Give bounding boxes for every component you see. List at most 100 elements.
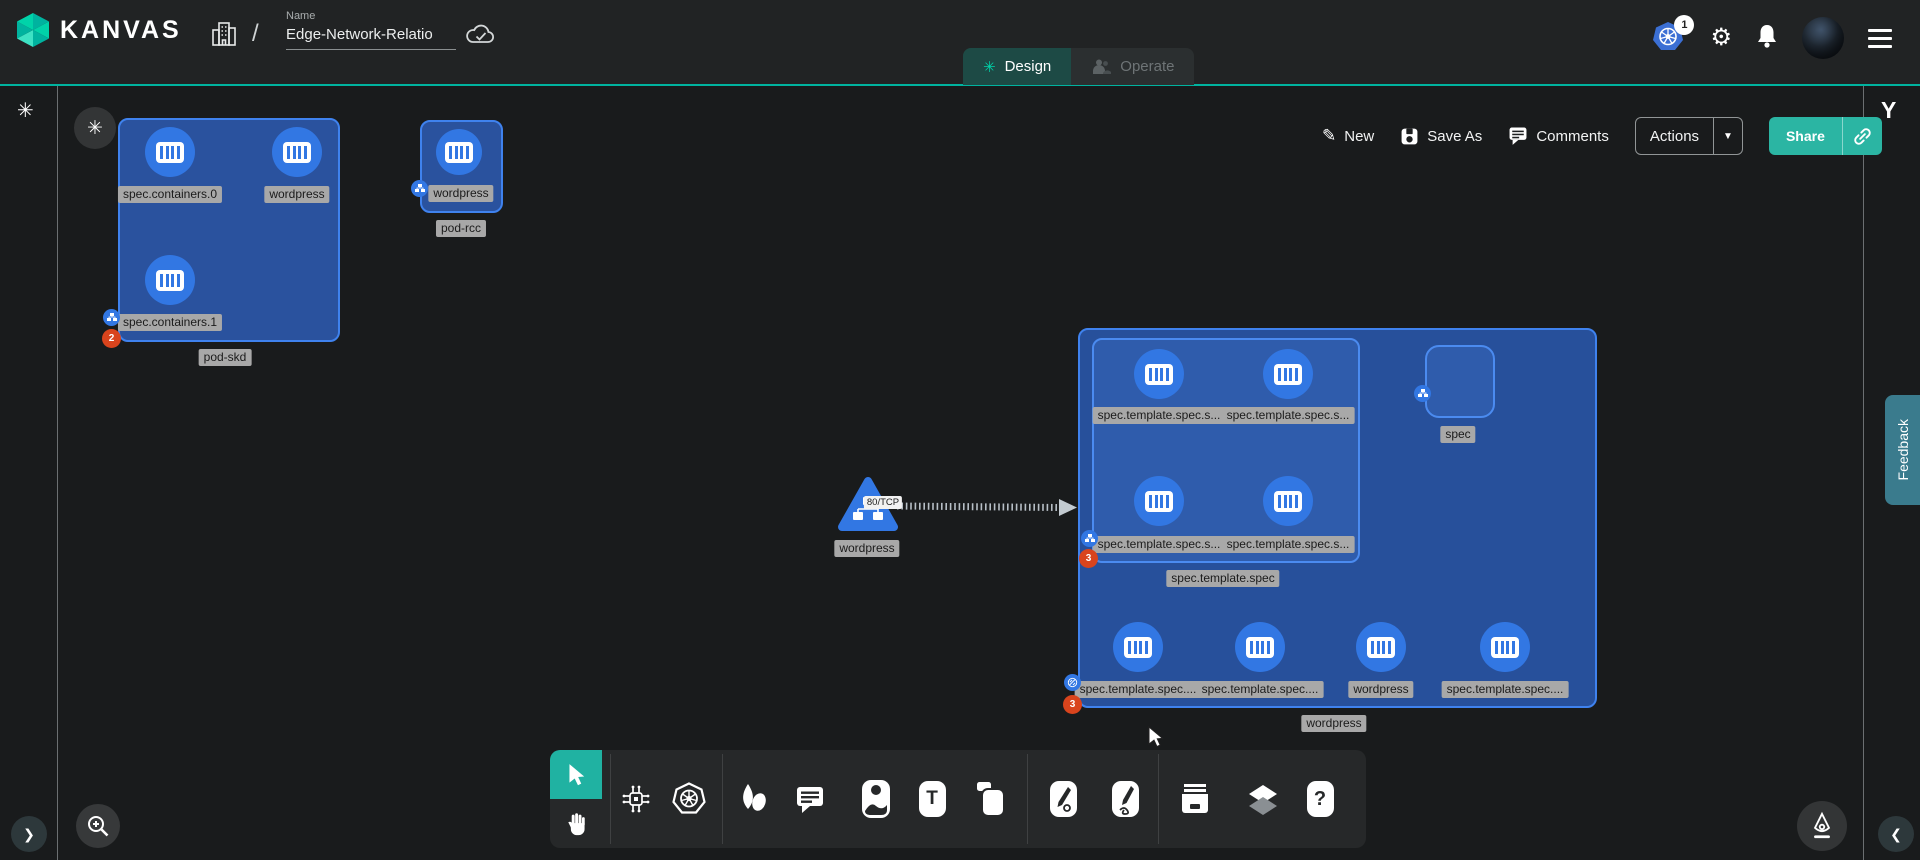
container-node-bottom-3[interactable]	[1480, 622, 1530, 672]
container-icon	[156, 142, 184, 163]
deployment-badge-icon[interactable]	[1064, 674, 1081, 691]
pencil-icon: ✎	[1322, 126, 1336, 146]
share-label: Share	[1769, 117, 1842, 155]
service-node-label: wordpress	[834, 540, 899, 557]
container-icon	[445, 142, 473, 163]
layers-icon	[1247, 782, 1279, 816]
tab-operate-label: Operate	[1120, 58, 1174, 75]
expand-left-panel-button[interactable]: ❯	[11, 816, 47, 852]
pod-badge-icon[interactable]	[1081, 530, 1098, 547]
actions-label: Actions	[1636, 118, 1713, 154]
tool-kubernetes[interactable]	[667, 750, 711, 848]
container-node-template-1[interactable]	[1263, 349, 1313, 399]
hand-icon	[564, 811, 588, 837]
tool-integrations[interactable]	[614, 750, 658, 848]
save-as-button[interactable]: Save As	[1400, 127, 1482, 146]
comments-label: Comments	[1536, 128, 1609, 145]
tool-comment[interactable]	[788, 750, 832, 848]
container-node-bottom-2[interactable]	[1356, 622, 1406, 672]
dock-divider	[1027, 754, 1028, 844]
container-icon	[1367, 637, 1395, 658]
settings-gear-icon[interactable]: ⚙	[1710, 26, 1732, 50]
tool-freehand-pencil[interactable]	[1103, 750, 1147, 848]
floppy-icon	[1400, 127, 1419, 146]
container-icon	[1274, 491, 1302, 512]
container-icon	[1491, 637, 1519, 658]
pod-badge-icon[interactable]	[1414, 385, 1431, 402]
kanvas-logo-icon	[14, 12, 52, 48]
new-button[interactable]: ✎ New	[1322, 126, 1374, 146]
copy-link-icon[interactable]	[1842, 117, 1882, 155]
breadcrumb-slash: /	[252, 20, 259, 48]
dock-divider	[722, 754, 723, 844]
subgroup-spec-template-spec[interactable]	[1092, 338, 1360, 563]
tab-design[interactable]: ✳ Design	[963, 48, 1071, 85]
tool-layers[interactable]	[1241, 750, 1285, 848]
text-tool-icon: T	[919, 781, 946, 817]
container-node-spec-containers-1[interactable]	[145, 255, 195, 305]
container-node-template-3[interactable]	[1263, 476, 1313, 526]
pod-badge-icon[interactable]	[411, 180, 428, 197]
service-edge[interactable]	[893, 489, 1085, 525]
kubernetes-context-button[interactable]: 1	[1652, 21, 1686, 55]
actions-dropdown-button[interactable]: Actions ▼	[1635, 117, 1743, 155]
expand-right-panel-button[interactable]: ❮	[1878, 816, 1914, 852]
notifications-bell-icon[interactable]	[1756, 23, 1778, 54]
container-node-wordpress-2[interactable]	[436, 129, 482, 175]
spec-node-label: spec	[1440, 426, 1475, 443]
tab-operate[interactable]: Operate	[1071, 48, 1194, 85]
node-label: spec.template.spec....	[1075, 681, 1202, 698]
meshery-spinner-icon[interactable]: ✳	[17, 98, 34, 123]
brand[interactable]: KANVAS	[14, 12, 182, 48]
menu-hamburger-icon[interactable]	[1868, 29, 1892, 48]
caret-down-icon[interactable]: ▼	[1713, 118, 1742, 154]
container-node-bottom-0[interactable]	[1113, 622, 1163, 672]
comments-button[interactable]: Comments	[1508, 126, 1609, 146]
issue-count-badge[interactable]: 2	[102, 329, 121, 348]
issue-count-badge[interactable]: 3	[1079, 549, 1098, 568]
workspace-icon[interactable]	[210, 20, 238, 48]
tool-component-drawer[interactable]	[1173, 750, 1217, 848]
container-node-template-2[interactable]	[1134, 476, 1184, 526]
container-icon	[156, 270, 184, 291]
pod-badge-icon[interactable]	[103, 309, 120, 326]
tool-help[interactable]: ?	[1298, 750, 1342, 848]
share-button[interactable]: Share	[1769, 117, 1882, 155]
spec-node[interactable]	[1425, 345, 1495, 418]
annotate-pen-button[interactable]	[1797, 801, 1847, 851]
container-node-template-0[interactable]	[1134, 349, 1184, 399]
issue-count-badge[interactable]: 3	[1063, 695, 1082, 714]
zoom-button[interactable]	[76, 804, 120, 848]
header-right: 1 ⚙	[1652, 14, 1892, 62]
design-name-label: Name	[286, 10, 315, 22]
group-label-pod-skd: pod-skd	[199, 349, 252, 366]
note-icon	[976, 781, 1006, 817]
feedback-tab[interactable]: Feedback	[1885, 395, 1920, 505]
kubernetes-wheel-icon	[672, 782, 706, 816]
design-name-input[interactable]: Edge-Network-Relatio	[286, 26, 456, 50]
container-node-wordpress-1[interactable]	[272, 127, 322, 177]
comment-icon	[1508, 126, 1528, 146]
image-icon	[861, 779, 891, 819]
dock-divider	[610, 754, 611, 844]
save-as-label: Save As	[1427, 128, 1482, 145]
tool-media[interactable]	[854, 750, 898, 848]
node-label: spec.template.spec.s...	[1093, 536, 1226, 553]
canvas-settings-fab[interactable]: ✳	[74, 107, 116, 149]
tool-draw-pen[interactable]	[1041, 750, 1085, 848]
user-avatar[interactable]	[1802, 17, 1844, 59]
tool-shapes[interactable]	[731, 750, 775, 848]
dock-divider	[1158, 754, 1159, 844]
edge-port-label: 80/TCP	[864, 496, 902, 509]
notification-count-badge: 1	[1674, 15, 1694, 35]
tool-sticky-note[interactable]	[969, 750, 1013, 848]
drawer-icon	[1179, 782, 1211, 816]
tool-pan-hand[interactable]	[550, 799, 602, 848]
container-icon	[1145, 491, 1173, 512]
container-node-bottom-1[interactable]	[1235, 622, 1285, 672]
container-node-spec-containers-0[interactable]	[145, 127, 195, 177]
tool-text[interactable]: T	[910, 750, 954, 848]
node-label: wordpress	[1348, 681, 1413, 698]
tool-select-cursor[interactable]	[550, 750, 602, 799]
design-tab-icon: ✳	[983, 58, 996, 76]
